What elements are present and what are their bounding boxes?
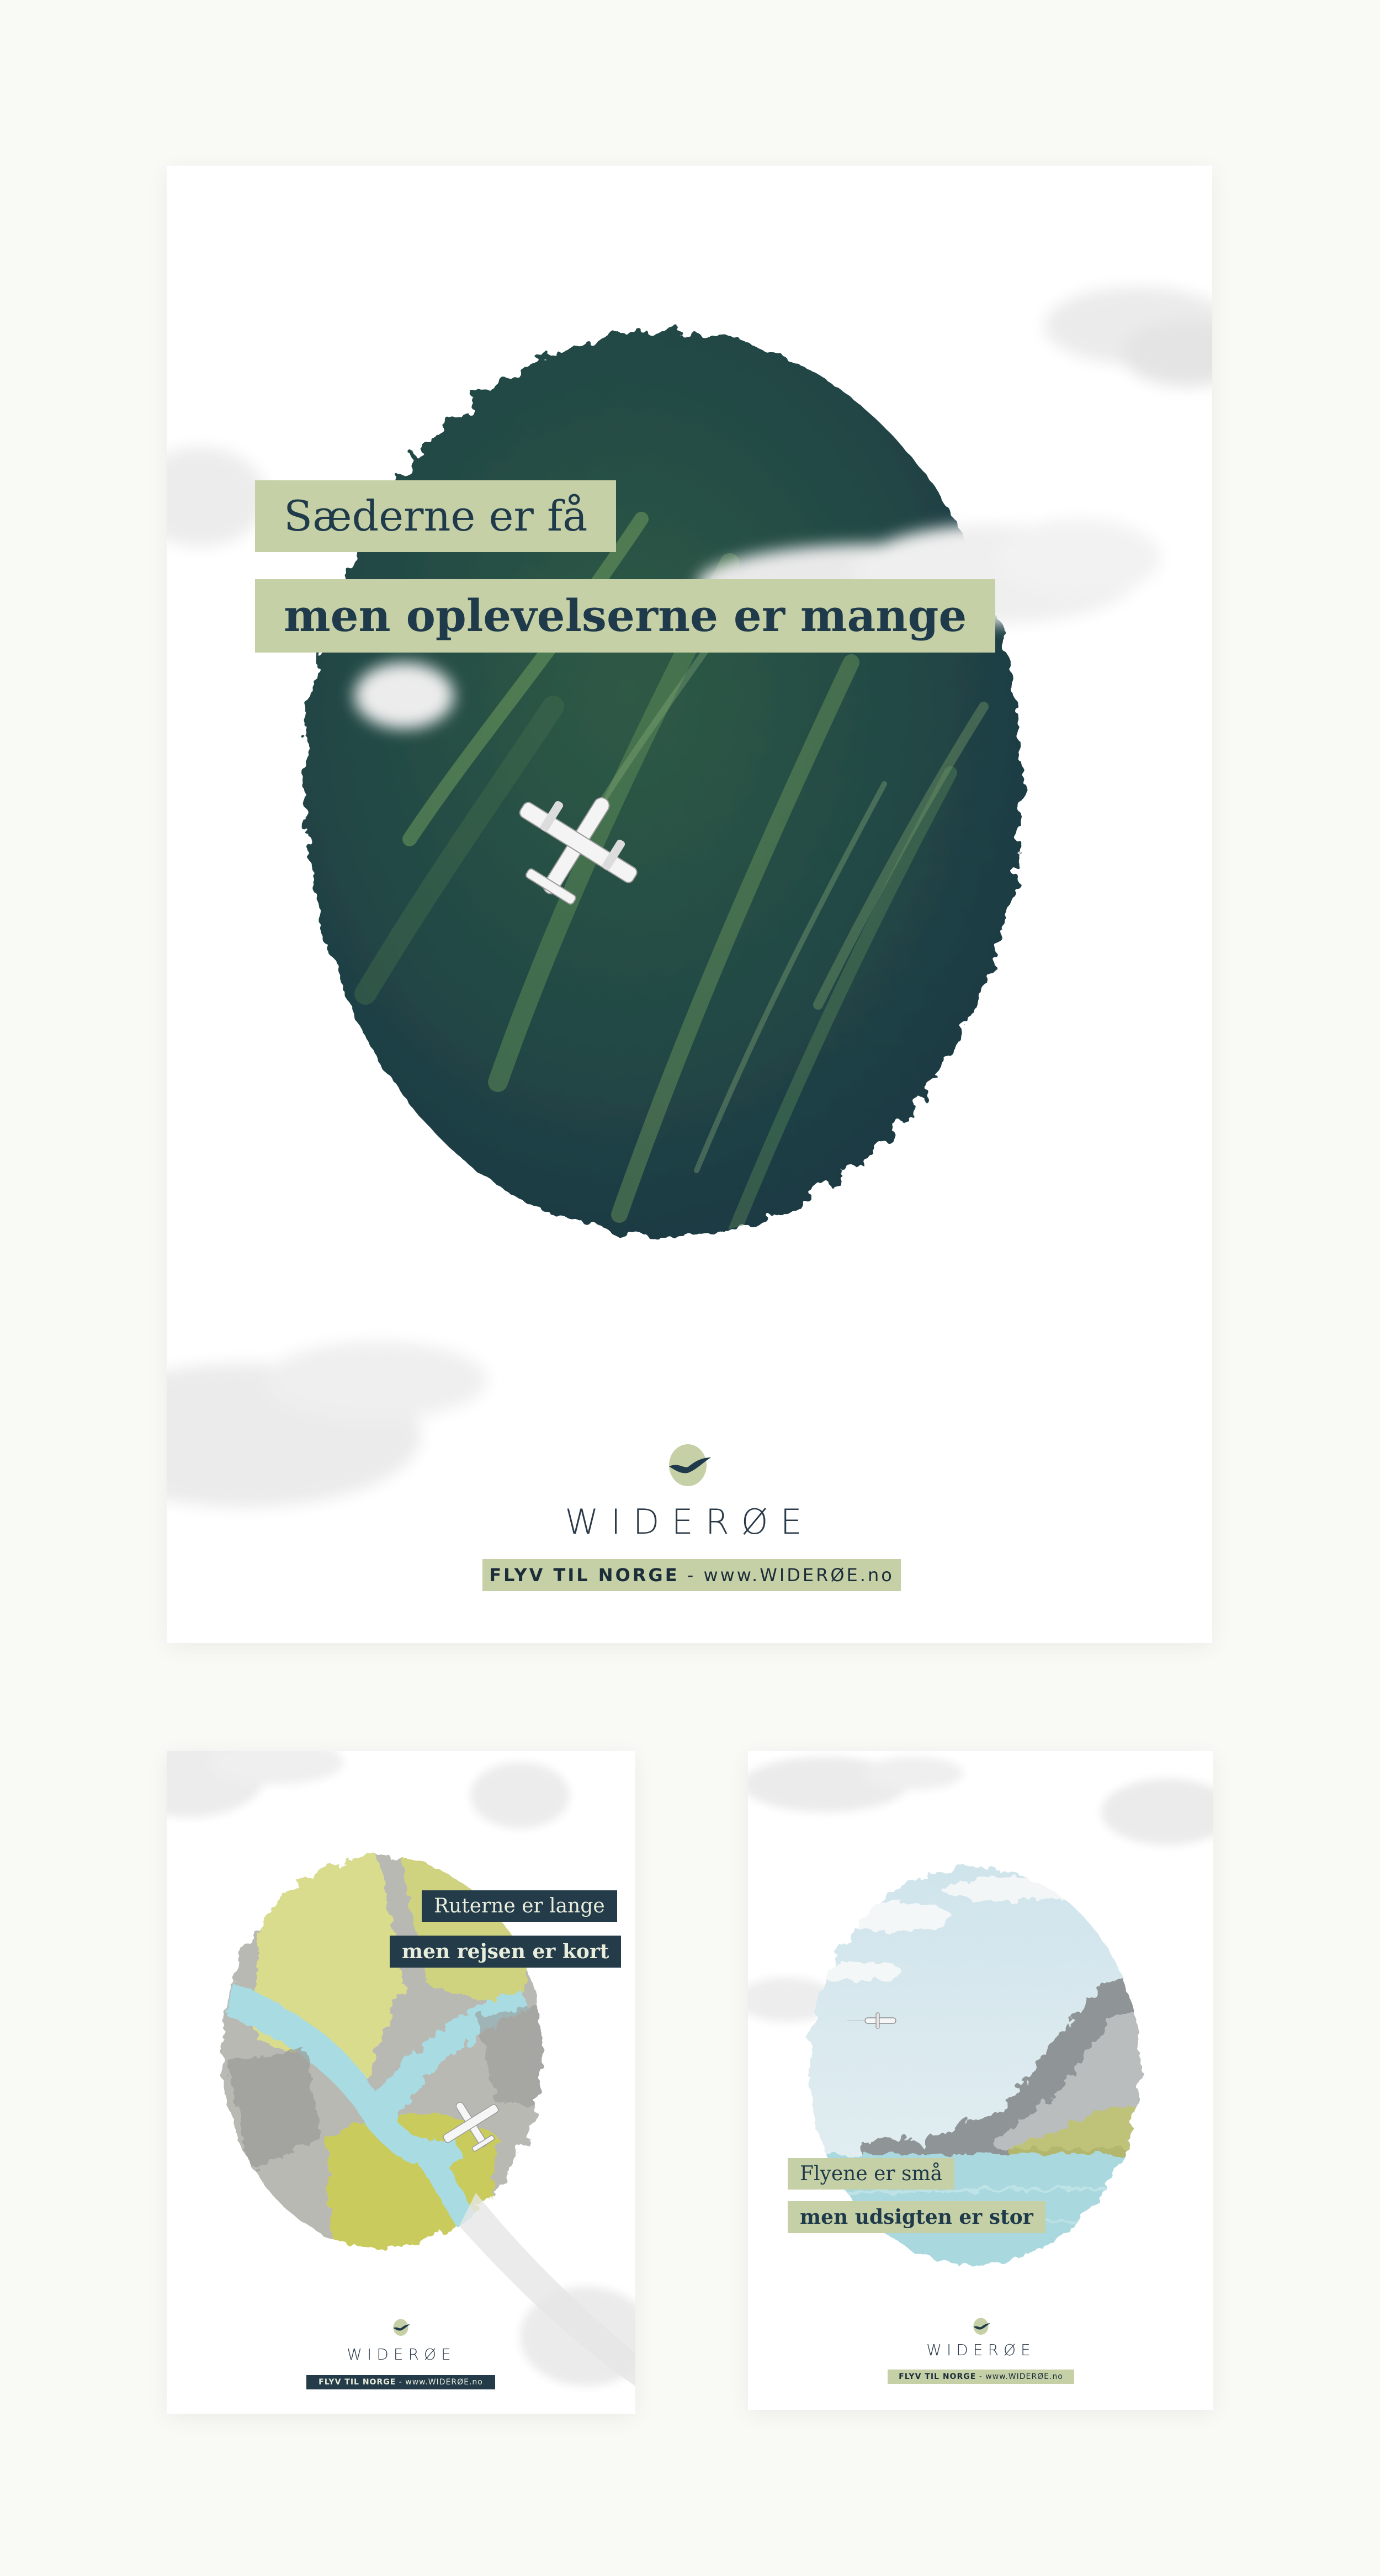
wideroe-bird-icon xyxy=(669,1444,711,1486)
poster-main: Sæderne er få men oplevelserne er mange … xyxy=(167,166,1212,1643)
poster-fjord: Flyene er små men udsigten er stor WIDER… xyxy=(748,1751,1213,2410)
headline-light: Sæderne er få xyxy=(255,480,617,552)
brand-name: WIDERØE xyxy=(347,2345,456,2363)
cta-url: - www.WIDERØE.no xyxy=(687,1565,894,1586)
cta-strong: FLYV TIL NORGE xyxy=(489,1565,680,1586)
cta-url: - www.WIDERØE.no xyxy=(979,2372,1063,2381)
wideroe-bird-icon xyxy=(393,2319,410,2336)
headline-bold: men rejsen er kort xyxy=(390,1936,622,1968)
poster-river: Ruterne er lange men rejsen er kort WIDE… xyxy=(167,1751,635,2414)
cta-banner: FLYV TIL NORGE - www.WIDERØE.no xyxy=(482,1559,901,1591)
airplane-over-fjord-illustration xyxy=(748,1757,1213,2265)
airplane-over-river-illustration xyxy=(167,1751,635,2386)
brand-name: WIDERØE xyxy=(565,1502,814,1542)
wideroe-bird-icon xyxy=(973,2318,990,2335)
airplane-over-forest-illustration xyxy=(167,287,1212,1507)
cta-strong: FLYV TIL NORGE xyxy=(319,2378,396,2387)
cta-banner: FLYV TIL NORGE - www.WIDERØE.no xyxy=(306,2375,495,2389)
cta-url: - www.WIDERØE.no xyxy=(399,2378,483,2387)
headline-bold: men oplevelserne er mange xyxy=(255,579,996,653)
cta-banner: FLYV TIL NORGE - www.WIDERØE.no xyxy=(888,2370,1074,2384)
brand-name: WIDERØE xyxy=(926,2341,1036,2359)
headline-light: Flyene er små xyxy=(788,2158,955,2190)
headline-light: Ruterne er lange xyxy=(422,1890,617,1922)
cta-strong: FLYV TIL NORGE xyxy=(899,2372,976,2381)
headline-bold: men udsigten er stor xyxy=(788,2201,1045,2233)
